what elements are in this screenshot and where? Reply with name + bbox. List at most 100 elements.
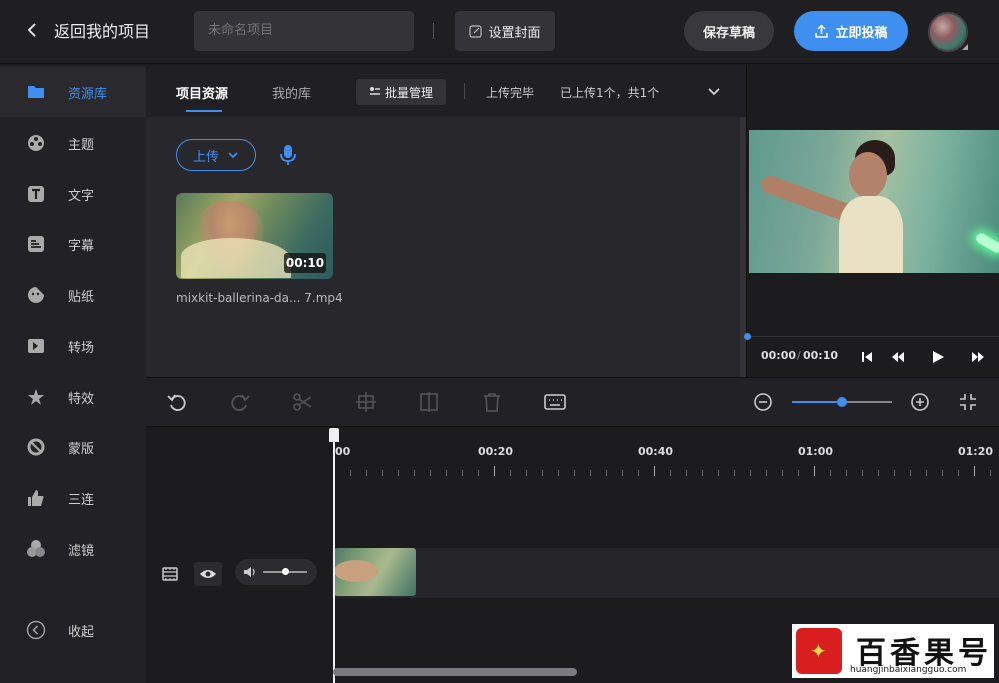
submit-button[interactable]: 立即投稿	[794, 11, 908, 51]
fast-forward-icon	[972, 352, 984, 362]
ruler-tick	[366, 470, 367, 476]
save-draft-button[interactable]: 保存草稿	[684, 11, 774, 51]
sidebar-item-theme[interactable]: 主题	[0, 118, 146, 168]
set-cover-button[interactable]: 设置封面	[455, 11, 555, 51]
undo-button[interactable]	[166, 391, 188, 413]
ruler-label: 00:20	[478, 445, 514, 458]
divider	[464, 83, 465, 99]
sidebar-item-label: 特效	[68, 391, 95, 407]
crop-button[interactable]	[355, 391, 377, 413]
ruler-tick	[478, 470, 479, 476]
back-to-projects-button[interactable]: 返回我的项目	[26, 18, 150, 42]
ruler-tick	[814, 466, 815, 476]
ruler-tick	[526, 470, 527, 476]
upload-status: 上传完毕	[486, 86, 535, 100]
preview-progress-track[interactable]	[747, 336, 999, 337]
sidebar-item-filter[interactable]: 滤镜	[0, 524, 146, 574]
film-reel-icon	[26, 133, 46, 153]
video-preview[interactable]	[749, 130, 999, 273]
cut-button[interactable]	[292, 391, 314, 413]
zoom-out-icon	[754, 393, 772, 411]
volume-slider-knob[interactable]	[282, 568, 289, 575]
upload-button[interactable]: 上传	[176, 139, 256, 171]
subtitle-button[interactable]	[544, 391, 566, 413]
ruler-tick	[974, 466, 975, 476]
ruler-tick	[846, 470, 847, 476]
redo-button[interactable]	[229, 391, 251, 413]
timeline-clip[interactable]	[334, 548, 416, 596]
sidebar-item-triple[interactable]: 三连	[0, 473, 146, 523]
microphone-icon[interactable]	[278, 144, 298, 166]
ruler-tick	[862, 470, 863, 476]
scissors-icon	[293, 393, 312, 411]
zoom-slider-fill	[792, 401, 842, 403]
ruler-tick	[766, 470, 767, 476]
tab-project-resources[interactable]: 项目资源	[176, 83, 228, 102]
track-volume-control[interactable]	[235, 559, 317, 585]
preview-progress-knob[interactable]	[744, 333, 751, 340]
sidebar-collapse-button[interactable]: 收起	[0, 605, 146, 655]
fit-timeline-button[interactable]	[957, 391, 979, 413]
keyboard-icon	[544, 394, 566, 410]
sidebar-item-effects[interactable]: 特效	[0, 372, 146, 422]
ruler-tick	[430, 470, 431, 476]
sidebar-item-subtitle[interactable]: 字幕	[0, 219, 146, 269]
edit-icon	[469, 24, 483, 38]
split-button[interactable]	[418, 391, 440, 413]
ruler-tick	[510, 470, 511, 476]
play-button[interactable]	[931, 349, 945, 363]
step-back-button[interactable]	[891, 349, 905, 363]
sidebar-item-text[interactable]: 文字	[0, 169, 146, 219]
ruler-tick	[654, 466, 655, 476]
divider	[433, 23, 434, 39]
media-filename: mixkit-ballerina-da... 7.mp4	[176, 291, 343, 305]
sidebar-item-label: 资源库	[68, 86, 108, 102]
delete-button[interactable]	[481, 391, 503, 413]
track-visibility-button[interactable]	[194, 562, 222, 586]
folder-icon	[26, 82, 46, 102]
ruler-tick	[606, 470, 607, 476]
ruler-tick	[638, 470, 639, 476]
sidebar-item-transition[interactable]: 转场	[0, 321, 146, 371]
zoom-in-button[interactable]	[909, 391, 931, 413]
ruler-tick	[462, 470, 463, 476]
sidebar-item-mask[interactable]: 蒙版	[0, 422, 146, 472]
project-name-input[interactable]	[194, 11, 414, 51]
sidebar-item-sticker[interactable]: 贴纸	[0, 270, 146, 320]
fast-forward-button[interactable]	[971, 349, 985, 363]
media-thumbnail[interactable]: 00:10	[176, 193, 333, 279]
ruler-tick	[414, 470, 415, 476]
ruler-tick	[990, 470, 991, 476]
redo-icon	[231, 394, 250, 411]
ruler-tick	[894, 470, 895, 476]
crop-move-icon	[356, 392, 376, 412]
sidebar-item-library[interactable]: 资源库	[0, 67, 146, 117]
playhead-line[interactable]	[333, 436, 335, 683]
ruler-tick	[782, 470, 783, 476]
current-time: 00:00	[761, 349, 797, 362]
ruler-tick	[590, 470, 591, 476]
transition-icon	[26, 336, 46, 356]
playhead-handle[interactable]	[329, 428, 339, 442]
mask-icon	[26, 437, 46, 457]
zoom-out-button[interactable]	[752, 391, 774, 413]
collapse-left-icon	[26, 620, 46, 640]
media-duration: 00:10	[284, 253, 326, 273]
zoom-slider-knob[interactable]	[837, 397, 847, 407]
film-strip-icon	[162, 567, 178, 581]
sidebar-item-label: 三连	[68, 492, 95, 508]
upload-count: 已上传1个，共1个	[560, 86, 660, 100]
resource-tabs: 项目资源 我的库 批量管理 上传完毕 已上传1个，共1个	[146, 65, 746, 117]
skip-to-start-button[interactable]	[860, 349, 874, 363]
chevron-down-icon[interactable]	[706, 83, 722, 99]
ruler-tick	[686, 470, 687, 476]
video-track[interactable]	[332, 548, 999, 598]
tab-my-library[interactable]: 我的库	[272, 83, 311, 102]
timeline-scrollbar[interactable]	[333, 668, 577, 676]
batch-manage-button[interactable]: 批量管理	[356, 79, 446, 105]
ruler-tick	[718, 470, 719, 476]
sidebar: 资源库 主题 文字 字幕 贴纸 转场 特效 蒙版 三连 滤镜 收起	[0, 65, 146, 683]
track-settings-button[interactable]	[156, 562, 184, 586]
effects-icon	[26, 387, 46, 407]
sidebar-collapse-label: 收起	[68, 624, 95, 640]
